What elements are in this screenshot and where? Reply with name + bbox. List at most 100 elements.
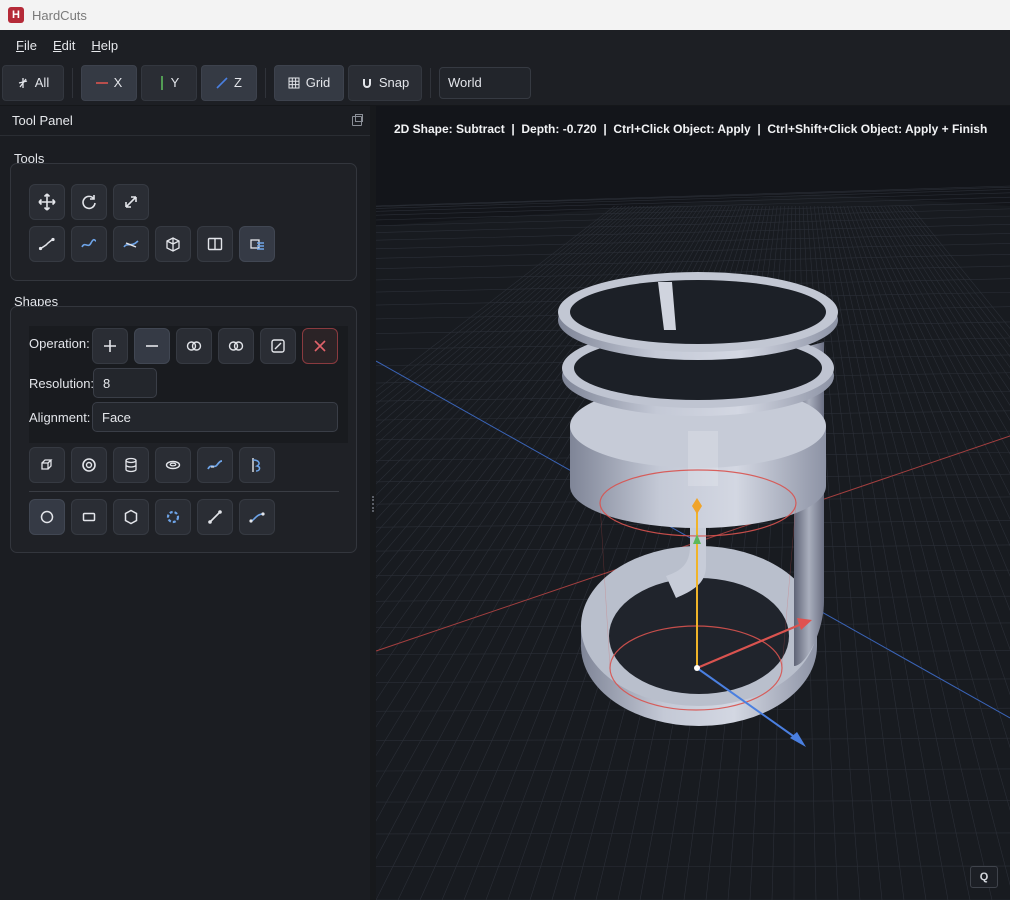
- shape-cut-icon: [250, 239, 264, 250]
- menu-bar: File Edit Help: [0, 30, 1010, 60]
- cylinder-icon: [125, 457, 137, 473]
- tools-group: [10, 163, 357, 281]
- tool-panel-title: Tool Panel: [12, 113, 73, 128]
- curve-tool-button[interactable]: [71, 226, 107, 262]
- window-title: HardCuts: [32, 7, 87, 23]
- operation-intersect-button[interactable]: [176, 328, 212, 364]
- split-tool-button[interactable]: [197, 226, 233, 262]
- axis-y-button[interactable]: Y: [141, 64, 197, 101]
- alignment-select[interactable]: Face: [92, 402, 338, 432]
- shape-spline-button[interactable]: [239, 499, 275, 535]
- alignment-label: Alignment:: [29, 410, 91, 425]
- grid-icon: [288, 77, 300, 88]
- undock-icon[interactable]: [352, 113, 363, 126]
- operation-slice-button[interactable]: [218, 328, 254, 364]
- close-icon: [314, 340, 326, 352]
- spline-icon: [249, 512, 265, 523]
- quick-menu-button[interactable]: Q: [970, 866, 998, 888]
- hexagon-icon: [124, 509, 138, 525]
- magnet-icon: [362, 78, 371, 88]
- inset-icon: [271, 339, 285, 353]
- curve-pipe-icon: [207, 460, 223, 470]
- all-axes-label: All: [34, 75, 50, 90]
- circle-icon: [40, 510, 54, 524]
- grid-toggle-button[interactable]: Grid: [274, 64, 344, 101]
- axis-x-icon: [95, 81, 108, 84]
- curve-icon: [81, 238, 97, 248]
- toolbar-separator: [430, 67, 431, 98]
- mirror-cube-icon: [166, 237, 180, 252]
- all-axes-button[interactable]: All: [2, 64, 64, 101]
- toolbar-separator: [265, 67, 266, 98]
- scale-tool-button[interactable]: [113, 184, 149, 220]
- primitive-torus-button[interactable]: [71, 447, 107, 483]
- polyline-icon: [38, 237, 55, 251]
- menu-file[interactable]: File: [8, 38, 45, 53]
- snap-label: Snap: [378, 75, 410, 90]
- move-icon: [38, 193, 56, 211]
- axis-z-button[interactable]: Z: [201, 64, 257, 101]
- shape-circle-button[interactable]: [29, 499, 65, 535]
- rotate-tool-button[interactable]: [71, 184, 107, 220]
- menu-edit[interactable]: Edit: [45, 38, 83, 53]
- grid-label: Grid: [305, 75, 331, 90]
- tool-panel-header: Tool Panel: [0, 106, 370, 136]
- mirror-tool-button[interactable]: [155, 226, 191, 262]
- shapes-tool-button[interactable]: [239, 226, 275, 262]
- shape-rectangle-button[interactable]: [71, 499, 107, 535]
- viewport-scene: [376, 185, 1010, 900]
- rotate-icon: [82, 195, 96, 210]
- axis-x-label: X: [113, 75, 123, 90]
- split-view-icon: [207, 237, 223, 251]
- slice-icon: [228, 341, 244, 351]
- axis-y-label: Y: [170, 75, 180, 90]
- dotted-circle-icon: [166, 510, 180, 524]
- cut-curve-tool-button[interactable]: [113, 226, 149, 262]
- line-segment-icon: [208, 510, 222, 524]
- primitive-curve-button[interactable]: [197, 447, 233, 483]
- curve-cut-icon: [123, 240, 139, 248]
- shape-ngon-button[interactable]: [155, 499, 191, 535]
- torus-icon: [82, 458, 96, 472]
- cancel-shape-button[interactable]: [302, 328, 338, 364]
- toolbar-separator: [72, 67, 73, 98]
- operation-status-text: 2D Shape: Subtract | Depth: -0.720 | Ctr…: [394, 122, 988, 136]
- shapes-divider: [29, 491, 339, 492]
- move-tool-button[interactable]: [29, 184, 65, 220]
- rectangle-icon: [82, 512, 96, 522]
- app-logo-icon: H: [8, 7, 24, 23]
- minus-icon: [146, 345, 158, 347]
- operation-inset-button[interactable]: [260, 328, 296, 364]
- splitter-grip-icon: [372, 496, 374, 512]
- cube-icon: [41, 459, 53, 470]
- tool-panel: Tool Panel Tools Shapes Operation: Resol…: [0, 106, 370, 900]
- shape-polygon-button[interactable]: [113, 499, 149, 535]
- ring-icon: [165, 460, 181, 470]
- axis-x-button[interactable]: X: [81, 64, 137, 101]
- menu-help[interactable]: Help: [83, 38, 126, 53]
- shape-line-button[interactable]: [197, 499, 233, 535]
- primitive-cylinder-button[interactable]: [113, 447, 149, 483]
- primitive-cube-button[interactable]: [29, 447, 65, 483]
- title-bar: H HardCuts: [0, 0, 1010, 30]
- coordinate-space-select[interactable]: World: [439, 66, 531, 99]
- 3d-viewport[interactable]: 2D Shape: Subtract | Depth: -0.720 | Ctr…: [376, 106, 1010, 900]
- lathe-icon: [252, 458, 261, 472]
- intersect-icon: [186, 341, 202, 351]
- axis-z-label: Z: [234, 75, 242, 90]
- axis-z-icon: [216, 76, 228, 89]
- shapes-group: Operation: Resolution: 8 Alignment: Face: [10, 306, 357, 553]
- scale-icon: [125, 196, 137, 208]
- primitive-ring-button[interactable]: [155, 447, 191, 483]
- plus-icon: [104, 340, 116, 352]
- primitive-lathe-button[interactable]: [239, 447, 275, 483]
- operation-add-button[interactable]: [92, 328, 128, 364]
- axis-y-icon: [160, 75, 163, 90]
- line-tool-button[interactable]: [29, 226, 65, 262]
- main-toolbar: All X Y Z Grid Snap World: [0, 60, 1010, 106]
- snap-toggle-button[interactable]: Snap: [348, 64, 422, 101]
- operation-subtract-button[interactable]: [134, 328, 170, 364]
- operation-label: Operation:: [29, 336, 90, 351]
- resolution-input[interactable]: 8: [93, 368, 157, 398]
- all-axes-icon: [18, 77, 27, 88]
